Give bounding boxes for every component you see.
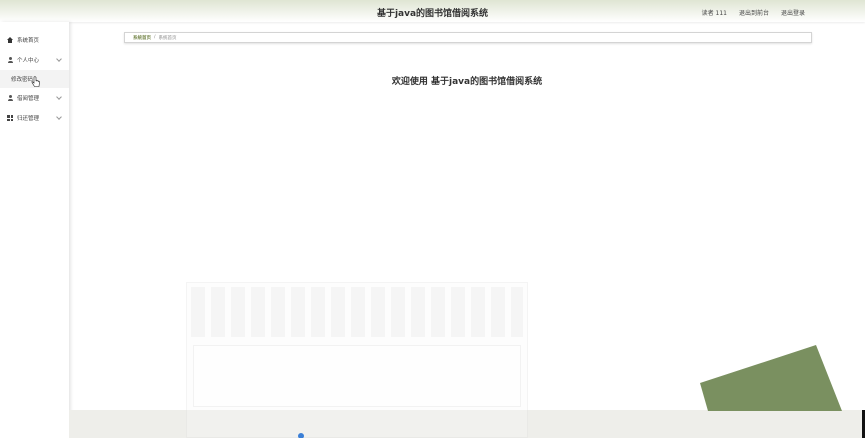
sidebar-item-borrow-management[interactable]: 借阅管理 <box>0 88 69 108</box>
sidebar-item-label: 归还管理 <box>17 116 40 122</box>
sidebar-subitem-change-password[interactable]: 修改密码 <box>0 70 69 88</box>
chevron-down-icon <box>56 56 62 62</box>
breadcrumb-current: 系统首页 <box>158 35 177 41</box>
breadcrumb-home-link[interactable]: 系统首页 <box>133 35 151 41</box>
chevron-down-icon <box>56 114 62 120</box>
breadcrumb: 系统首页 / 系统首页 <box>124 32 812 43</box>
sidebar-item-label: 个人中心 <box>17 58 40 64</box>
grid-icon <box>7 115 13 121</box>
sidebar-item-home[interactable]: 系统首页 <box>0 30 69 50</box>
sidebar-subitem-label: 修改密码 <box>11 77 34 83</box>
breadcrumb-separator: / <box>154 35 156 40</box>
top-header: 基于java的图书馆借阅系统 读者 111 退出到前台 退出登录 <box>0 0 865 22</box>
sidebar-item-personal-center[interactable]: 个人中心 <box>0 50 69 70</box>
sidebar-item-label: 借阅管理 <box>17 96 40 102</box>
blue-dot-indicator <box>298 433 304 438</box>
user-name-link[interactable]: 读者 111 <box>702 8 727 17</box>
logout-link[interactable]: 退出登录 <box>781 8 805 17</box>
sidebar-item-return-management[interactable]: 归还管理 <box>0 108 69 128</box>
hand-cursor-icon <box>31 76 40 87</box>
welcome-heading: 欢迎使用 基于java的图书馆借阅系统 <box>391 77 543 87</box>
sidebar: 系统首页 个人中心 修改密码 借阅管理 归还管理 <box>0 22 69 438</box>
decorative-green-shape <box>700 345 842 411</box>
header-links: 读者 111 退出到前台 退出登录 <box>702 8 805 17</box>
exit-to-frontend-link[interactable]: 退出到前台 <box>739 8 769 17</box>
user-icon <box>7 95 13 101</box>
sidebar-item-label: 系统首页 <box>17 38 40 44</box>
faded-toolbar <box>191 287 523 337</box>
home-icon <box>7 37 13 43</box>
user-icon <box>7 57 13 63</box>
faded-background-window <box>186 282 528 438</box>
faded-document-area <box>193 345 521 407</box>
chevron-down-icon <box>56 94 62 100</box>
